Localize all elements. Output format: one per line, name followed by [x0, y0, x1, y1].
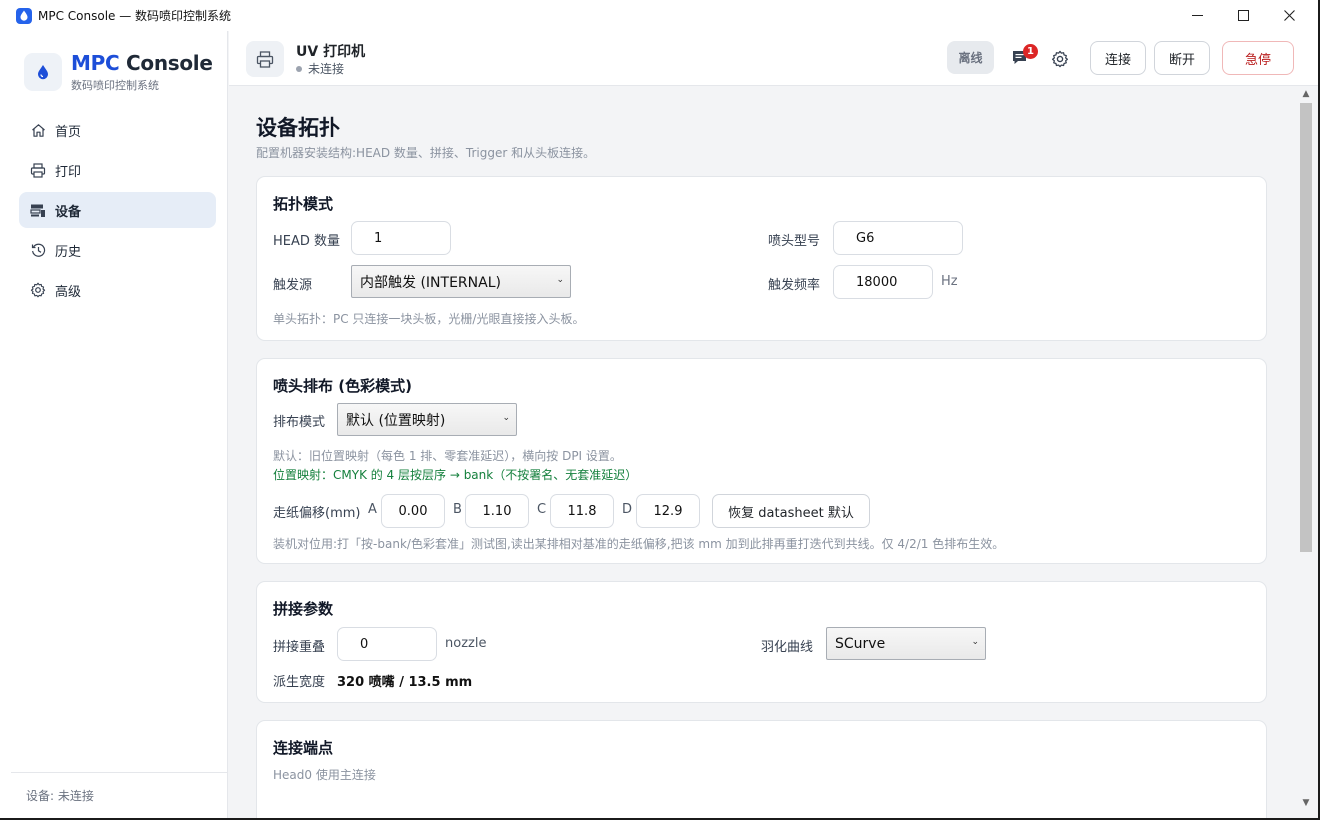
printer-icon	[30, 162, 46, 178]
gear-icon	[30, 282, 46, 298]
feather-curve-select[interactable]: SCurve ⌄	[826, 627, 986, 660]
card-title: 喷头排布 (色彩模式)	[273, 377, 412, 395]
alignment-hint: 装机对位用:打「按-bank/色彩套准」测试图,读出某排相对基准的走纸偏移,把该…	[273, 537, 1005, 551]
sidebar-item-advanced[interactable]: 高级	[19, 272, 216, 308]
layout-mode-label: 排布模式	[273, 415, 326, 430]
sidebar-item-label: 打印	[55, 164, 82, 180]
layout-hint-mapping: 位置映射：CMYK 的 4 层按层序 → bank（不按署名、无套准延迟）	[273, 468, 638, 482]
reset-datasheet-button[interactable]: 恢复 datasheet 默认	[712, 494, 870, 528]
device-status-text: 未连接	[308, 62, 345, 76]
brand-subtitle: 数码喷印控制系统	[71, 79, 159, 92]
sidebar-item-label: 设备	[55, 204, 82, 220]
feather-curve-value: SCurve	[835, 635, 886, 652]
offset-b-input[interactable]: 1.10	[465, 494, 529, 528]
close-button[interactable]	[1266, 0, 1312, 31]
device-name: UV 打印机	[296, 44, 366, 60]
head-model-input[interactable]: G6	[833, 221, 963, 255]
nozzle-layout-card: 喷头排布 (色彩模式) 排布模式 默认 (位置映射) ⌄ 默认：旧位置映射（每色…	[256, 358, 1267, 564]
trigger-frequency-input[interactable]: 18000	[833, 265, 933, 299]
endpoint-card: 连接端点 Head0 使用主连接	[256, 720, 1267, 818]
trigger-source-value: 内部触发 (INTERNAL)	[360, 274, 501, 291]
sidebar-item-history[interactable]: 历史	[19, 232, 216, 268]
brand-title: MPC Console	[71, 51, 213, 75]
emergency-stop-button[interactable]: 急停	[1222, 41, 1294, 75]
top-header: UV 打印机 未连接 离线 1 连接 断开 急停	[229, 31, 1318, 86]
trigger-source-label: 触发源	[273, 278, 313, 293]
main-content: 设备拓扑 配置机器安装结构:HEAD 数量、拼接、Trigger 和从头板连接。…	[229, 87, 1294, 818]
card-title: 连接端点	[273, 739, 334, 757]
chevron-down-icon: ⌄	[502, 413, 510, 423]
page-title: 设备拓扑	[256, 116, 340, 140]
trigger-source-select[interactable]: 内部触发 (INTERNAL) ⌄	[351, 265, 571, 298]
history-icon	[30, 242, 46, 258]
brand: MPC Console 数码喷印控制系统	[24, 51, 213, 93]
head-count-label: HEAD 数量	[273, 234, 341, 249]
overlap-unit: nozzle	[445, 636, 487, 651]
sidebar-item-print[interactable]: 打印	[19, 152, 216, 188]
offset-a-input[interactable]: 0.00	[381, 494, 445, 528]
offset-a-label: A	[368, 502, 377, 517]
derived-width-label: 派生宽度	[273, 675, 326, 690]
feather-curve-label: 羽化曲线	[761, 640, 814, 655]
offline-badge: 离线	[947, 41, 994, 74]
derived-width-value: 320 喷嘴 / 13.5 mm	[337, 675, 473, 690]
scroll-down-arrow-icon[interactable]: ▼	[1294, 798, 1318, 812]
disconnect-button[interactable]: 断开	[1154, 41, 1210, 75]
scroll-thumb[interactable]	[1300, 103, 1312, 552]
layout-hint-default: 默认：旧位置映射（每色 1 排、零套准延迟），横向按 DPI 设置。	[273, 449, 622, 463]
sidebar-item-label: 历史	[55, 244, 82, 260]
device-icon	[30, 202, 46, 218]
settings-button[interactable]	[1049, 48, 1071, 70]
trigger-frequency-label: 触发频率	[768, 278, 821, 293]
endpoint-hint: Head0 使用主连接	[273, 768, 376, 782]
offset-d-label: D	[622, 502, 633, 517]
stitch-card: 拼接参数 拼接重叠 0 nozzle 羽化曲线 SCurve ⌄ 派生宽度 32…	[256, 581, 1267, 703]
topology-card: 拓扑模式 HEAD 数量 1 喷头型号 G6 触发源 内部触发 (INTERNA…	[256, 176, 1267, 341]
gear-icon	[1051, 50, 1069, 68]
notification-button[interactable]: 1	[1011, 44, 1038, 70]
layout-mode-value: 默认 (位置映射)	[346, 412, 446, 429]
connect-button[interactable]: 连接	[1090, 41, 1146, 75]
head-model-label: 喷头型号	[768, 234, 821, 249]
minimize-button[interactable]	[1174, 0, 1220, 31]
ink-drop-icon	[24, 53, 62, 91]
stitch-overlap-input[interactable]: 0	[337, 627, 437, 661]
status-dot	[296, 65, 302, 72]
sidebar-nav: 首页 打印 设备 历史 高级	[19, 112, 216, 312]
maximize-button[interactable]	[1220, 0, 1266, 31]
home-icon	[30, 122, 46, 138]
app-window: MPC Console — 数码喷印控制系统 MPC Console 数码喷印控…	[0, 0, 1318, 818]
frequency-unit: Hz	[941, 274, 958, 289]
app-icon	[16, 7, 32, 24]
sidebar-item-home[interactable]: 首页	[19, 112, 216, 148]
stitch-overlap-label: 拼接重叠	[273, 640, 326, 655]
sidebar-item-device[interactable]: 设备	[19, 192, 216, 228]
sidebar: MPC Console 数码喷印控制系统 首页 打印 设备 历史 高级 设备: …	[0, 31, 228, 818]
chevron-down-icon: ⌄	[971, 637, 979, 647]
printer-icon	[246, 41, 284, 77]
offset-b-label: B	[453, 502, 462, 517]
sidebar-item-label: 首页	[55, 124, 82, 140]
card-title: 拼接参数	[273, 600, 334, 618]
chevron-down-icon: ⌄	[556, 275, 564, 285]
paper-offset-label: 走纸偏移(mm)	[273, 506, 361, 521]
topology-hint: 单头拓扑：PC 只连接一块头板，光栅/光眼直接接入头板。	[273, 312, 585, 326]
title-bar: MPC Console — 数码喷印控制系统	[0, 0, 1318, 31]
head-count-input[interactable]: 1	[351, 221, 451, 255]
window-title: MPC Console — 数码喷印控制系统	[38, 9, 232, 23]
layout-mode-select[interactable]: 默认 (位置映射) ⌄	[337, 403, 517, 436]
sidebar-device-status: 设备: 未连接	[11, 772, 227, 818]
page-subtitle: 配置机器安装结构:HEAD 数量、拼接、Trigger 和从头板连接。	[256, 146, 596, 160]
scroll-up-arrow-icon[interactable]: ▲	[1294, 89, 1318, 103]
offset-c-label: C	[537, 502, 547, 517]
offset-c-input[interactable]: 11.8	[550, 494, 614, 528]
notification-badge: 1	[1023, 44, 1038, 59]
sidebar-item-label: 高级	[55, 284, 82, 300]
vertical-scrollbar[interactable]: ▲ ▼	[1294, 87, 1318, 818]
device-status: 未连接	[296, 60, 344, 77]
offset-d-input[interactable]: 12.9	[636, 494, 700, 528]
card-title: 拓扑模式	[273, 195, 334, 213]
